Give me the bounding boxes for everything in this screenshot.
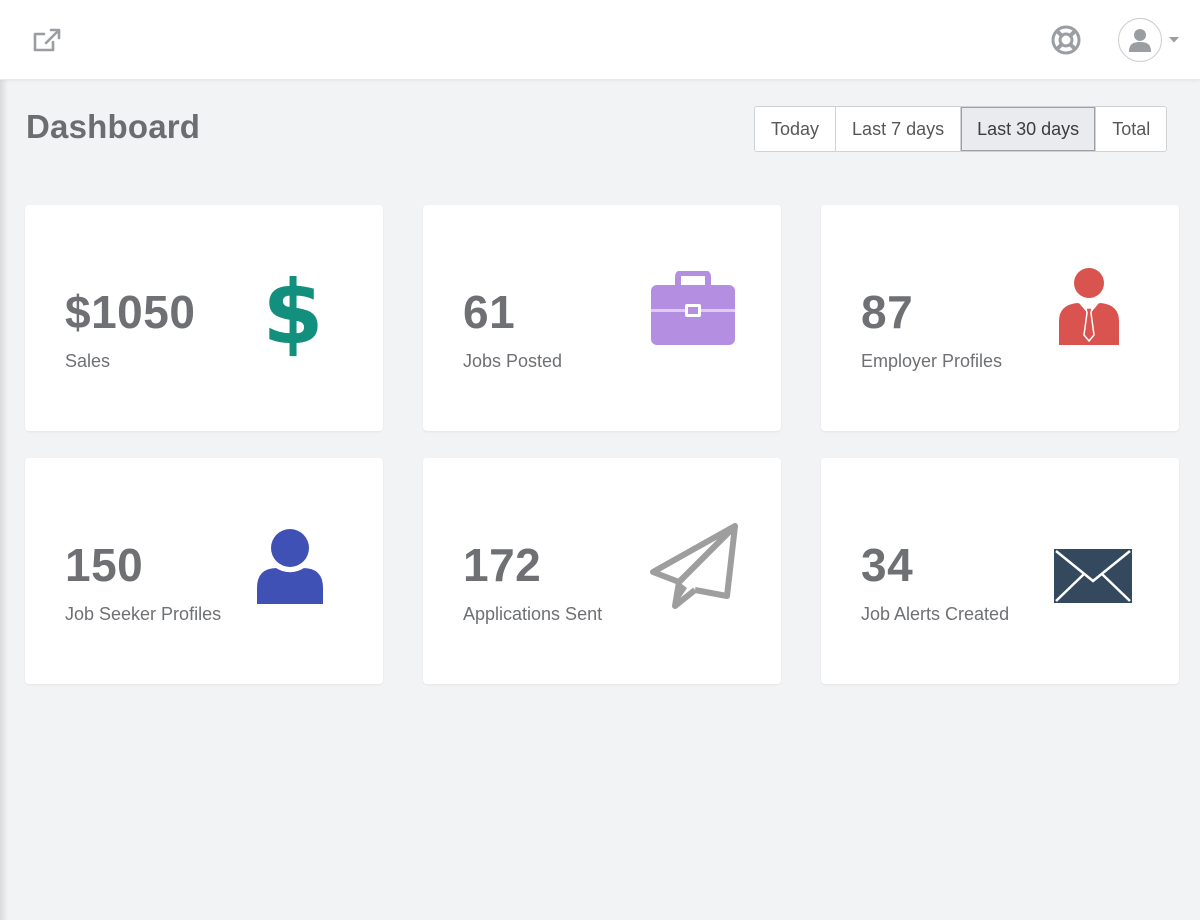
page-title: Dashboard (26, 108, 201, 145)
stat-label: Job Seeker Profiles (65, 604, 222, 624)
avatar (1118, 18, 1162, 62)
range-total-button[interactable]: Total (1096, 107, 1167, 151)
stat-label: Employer Profiles (861, 351, 1003, 371)
briefcase-icon (649, 271, 737, 347)
stat-card-employer-profiles[interactable]: 87 Employer Profiles (821, 205, 1179, 431)
life-ring-icon[interactable] (1048, 22, 1084, 58)
range-last-30-days-button[interactable]: Last 30 days (961, 107, 1097, 151)
sidebar-shadow (0, 80, 8, 920)
stat-value: $1050 (65, 286, 196, 338)
stat-card-job-seeker-profiles[interactable]: 150 Job Seeker Profiles (25, 458, 383, 684)
caret-down-icon (1168, 31, 1180, 49)
stat-card-applications-sent[interactable]: 172 Applications Sent (423, 458, 781, 684)
stat-value: 150 (65, 539, 144, 591)
range-today-button[interactable]: Today (755, 107, 837, 151)
top-navbar (0, 0, 1200, 80)
user-icon (255, 528, 325, 606)
stat-label: Applications Sent (463, 604, 603, 624)
stat-label: Job Alerts Created (861, 604, 1010, 624)
date-range-selector: Today Last 7 days Last 30 days Total (754, 106, 1168, 152)
dollar-icon: $ (262, 261, 324, 364)
stat-card-sales[interactable]: $1050 Sales $ (25, 205, 383, 431)
user-menu-button[interactable] (1118, 17, 1184, 63)
user-icon (1129, 29, 1151, 52)
stat-card-jobs-posted[interactable]: 61 Jobs Posted (423, 205, 781, 431)
stat-value: 61 (463, 286, 516, 338)
stat-value: 34 (861, 539, 914, 591)
stat-value: 87 (861, 286, 914, 338)
stat-value: 172 (463, 539, 542, 591)
envelope-icon (1053, 548, 1133, 604)
employer-icon (1057, 267, 1121, 347)
stat-label: Jobs Posted (463, 351, 563, 371)
paper-plane-icon (649, 522, 739, 612)
range-last-7-days-button[interactable]: Last 7 days (836, 107, 962, 151)
stat-label: Sales (65, 351, 111, 371)
external-link-icon[interactable] (30, 25, 64, 55)
stat-card-job-alerts-created[interactable]: 34 Job Alerts Created (821, 458, 1179, 684)
